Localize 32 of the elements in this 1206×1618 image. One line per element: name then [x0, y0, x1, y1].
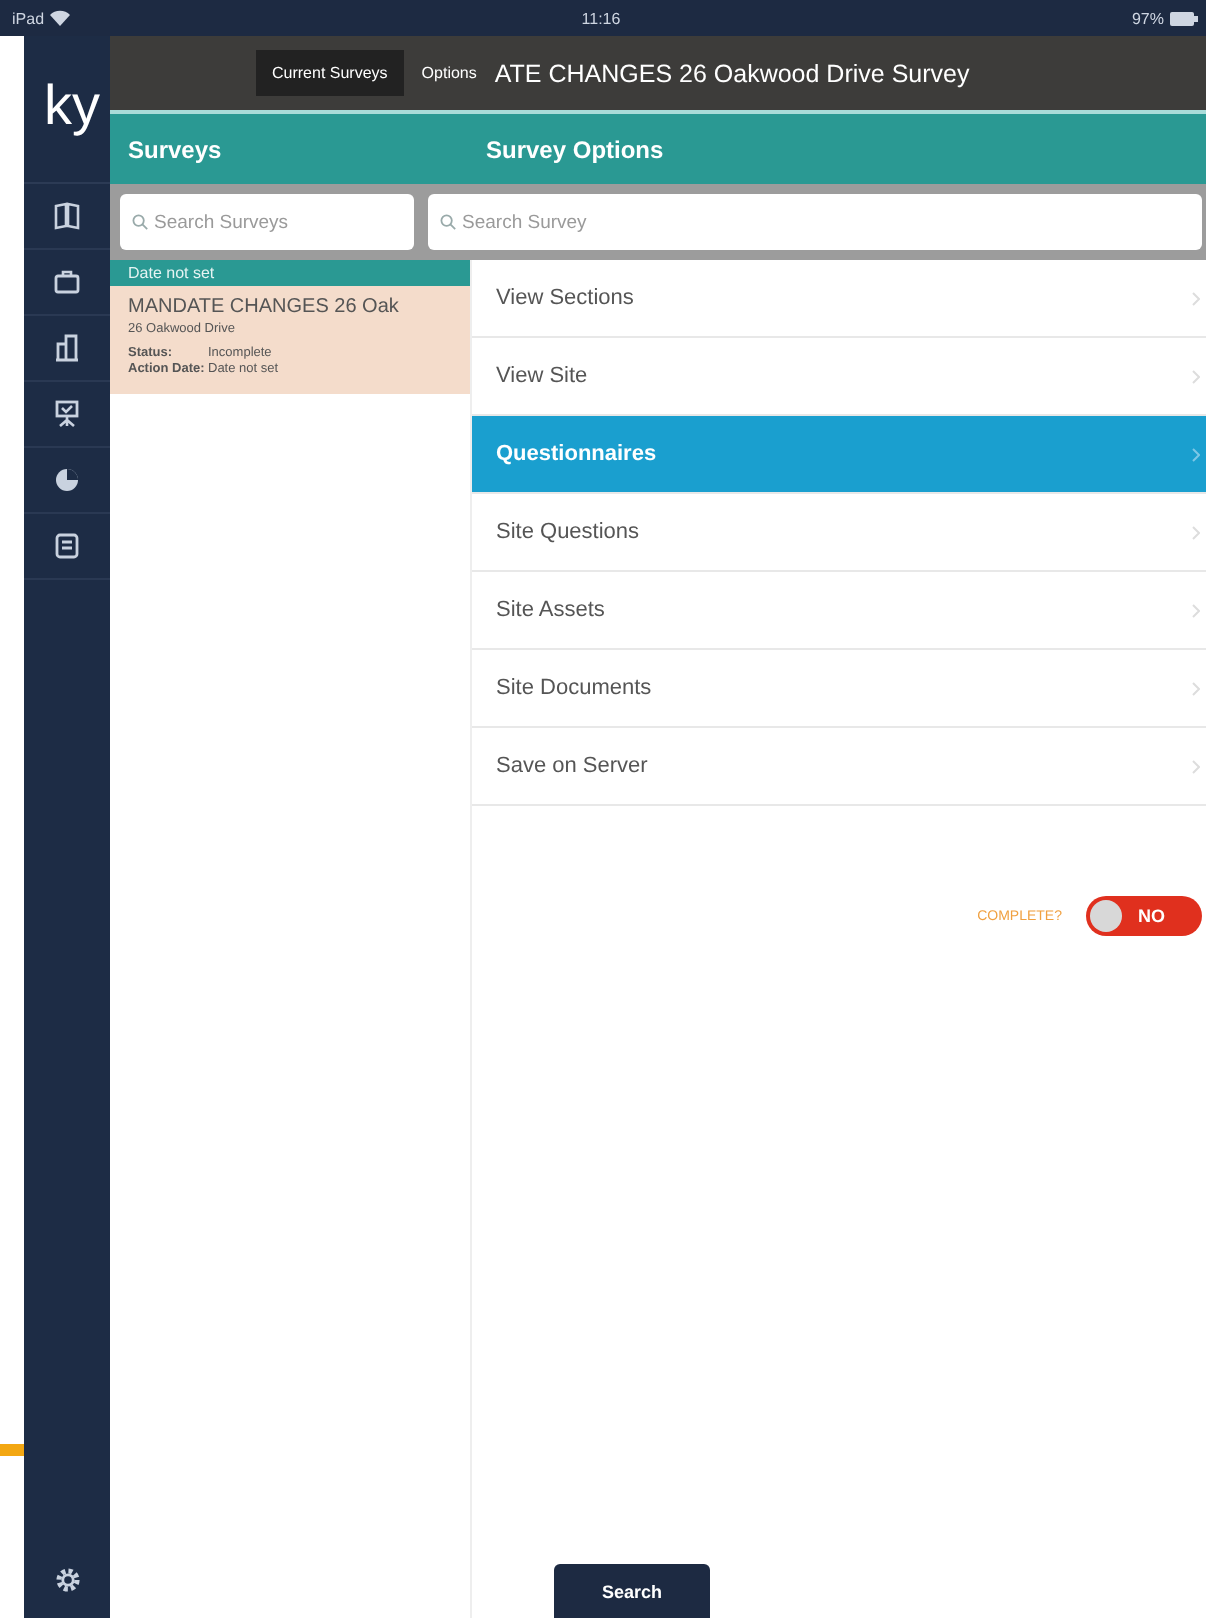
section-header: Date not set: [110, 260, 470, 286]
search-button[interactable]: Search: [554, 1564, 710, 1618]
chevron-icon: [1192, 291, 1200, 305]
carrier-label: iPad: [12, 9, 45, 27]
search-field[interactable]: Search Surveys: [120, 194, 414, 250]
chevron-icon: [1192, 681, 1200, 695]
clipboard-icon[interactable]: [54, 532, 80, 560]
survey-title: ATE CHANGES 26 Oakwood Drive Survey: [494, 59, 970, 87]
wifi-icon: [50, 10, 71, 26]
battery-icon: [1170, 11, 1198, 25]
chevron-icon: [1192, 447, 1200, 461]
chevron-icon: [1192, 603, 1200, 617]
chevron-icon: [1192, 369, 1200, 383]
search-field[interactable]: Search Survey: [428, 194, 1202, 250]
search-icon: [132, 214, 148, 230]
nav-tab[interactable]: Current Surveys: [256, 50, 404, 96]
chevron-icon: [1192, 759, 1200, 773]
pie-chart-icon[interactable]: [54, 466, 80, 494]
building-icon[interactable]: [54, 334, 80, 362]
nav-tab[interactable]: Options: [411, 52, 487, 94]
chevron-icon: [1192, 525, 1200, 539]
book-icon[interactable]: [54, 202, 80, 230]
panel-title: Surveys: [126, 135, 224, 163]
easel-icon[interactable]: [54, 400, 80, 428]
clock-time: 11:16: [581, 9, 621, 27]
complete-toggle[interactable]: NO: [1086, 896, 1202, 936]
survey-name: MANDATE CHANGES 26 Oak: [128, 296, 401, 318]
panel-title: Survey Options: [484, 135, 664, 163]
settings-icon[interactable]: [53, 1566, 81, 1594]
battery-percent: 97%: [1131, 9, 1164, 27]
search-icon: [440, 214, 456, 230]
briefcase-icon[interactable]: [54, 268, 80, 296]
